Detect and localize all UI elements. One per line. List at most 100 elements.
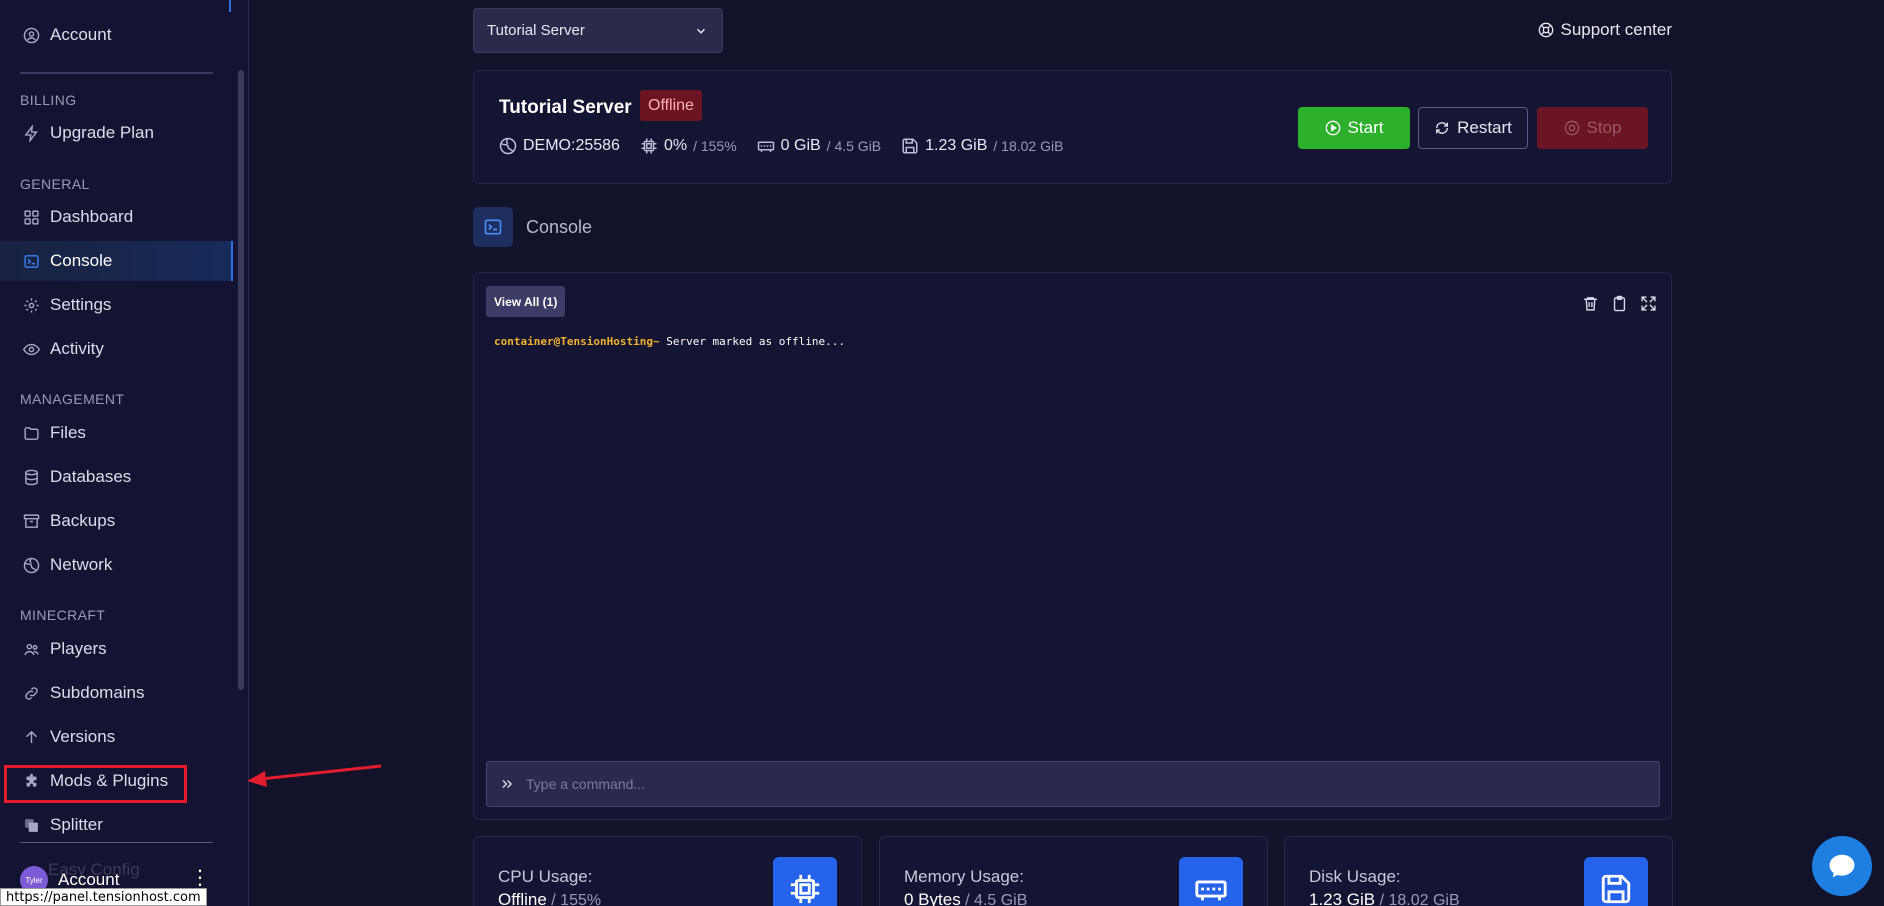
cpu-limit: / 155% (693, 138, 737, 154)
command-bar (486, 761, 1660, 807)
server-name: Tutorial Server (499, 97, 632, 118)
sidebar-item-label: Activity (50, 339, 104, 358)
section-management: MANAGEMENT (20, 391, 125, 407)
section-general: GENERAL (20, 176, 90, 192)
memory-icon (1179, 857, 1243, 906)
server-select[interactable]: Tutorial Server (473, 8, 723, 53)
section-minecraft: MINECRAFT (20, 607, 106, 623)
sidebar-item-activity[interactable]: Activity (0, 329, 233, 369)
console-title: Console (526, 216, 593, 237)
cpu-value: 0% (663, 137, 688, 154)
sidebar-divider (20, 842, 213, 843)
sidebar: Account BILLING Upgrade Plan GENERAL Das… (0, 0, 249, 906)
cpu-usage-label: CPU Usage: (498, 867, 593, 886)
cpu-usage-limit: / 155% (546, 892, 602, 906)
memory-usage-current: 0 Bytes (904, 890, 961, 906)
stop-label: Stop (1586, 118, 1622, 137)
sidebar-scrollbar[interactable] (238, 70, 244, 690)
chat-bubble-icon[interactable] (1812, 836, 1872, 896)
save-icon (1584, 857, 1648, 906)
start-label: Start (1347, 118, 1384, 137)
chevron-down-icon (694, 24, 708, 38)
sidebar-item-splitter[interactable]: Splitter (0, 805, 233, 845)
sidebar-item-label: Upgrade Plan (50, 123, 154, 142)
sidebar-item-label: Network (50, 555, 113, 574)
restart-button[interactable]: Restart (1418, 107, 1528, 149)
server-memory: 0 GiB / 4.5 GiB (757, 137, 881, 155)
trash-icon[interactable] (1582, 295, 1599, 312)
memory-icon (757, 137, 775, 155)
clipboard-icon[interactable] (1611, 295, 1628, 312)
user-circle-icon (22, 26, 40, 44)
link-icon (22, 684, 40, 702)
sidebar-item-versions[interactable]: Versions (0, 717, 233, 757)
sidebar-item-label: Account (50, 25, 112, 44)
sidebar-item-backups[interactable]: Backups (0, 501, 233, 541)
sidebar-item-label: Console (50, 251, 113, 270)
chevrons-right-icon (500, 777, 514, 791)
server-select-value: Tutorial Server (487, 22, 585, 39)
memory-limit: / 4.5 GiB (826, 138, 882, 154)
view-all-button[interactable]: View All (1) (486, 286, 566, 317)
server-info-card: Tutorial Server Offline DEMO:25586 0% / … (473, 70, 1672, 184)
disk-usage-current: 1.23 GiB (1309, 890, 1376, 906)
highlight-box (4, 765, 187, 803)
memory-usage-limit: / 4.5 GiB (960, 892, 1028, 906)
sidebar-item-label: Settings (50, 295, 112, 314)
grid-icon (22, 208, 40, 226)
section-billing: BILLING (20, 92, 77, 108)
sidebar-item-settings[interactable]: Settings (0, 285, 233, 325)
command-input[interactable] (526, 776, 1659, 792)
stop-icon (1564, 120, 1580, 136)
server-address: DEMO:25586 (499, 137, 620, 155)
server-cpu: 0% / 155% (640, 137, 737, 155)
start-button[interactable]: Start (1298, 107, 1410, 149)
sidebar-item-subdomains[interactable]: Subdomains (0, 673, 233, 713)
lightning-icon (22, 124, 40, 142)
sidebar-item-label: Subdomains (50, 683, 145, 702)
globe-icon (22, 556, 40, 574)
stop-button[interactable]: Stop (1537, 107, 1648, 149)
database-icon (22, 468, 40, 486)
sidebar-item-label: Versions (50, 727, 116, 746)
save-icon (901, 137, 919, 155)
sidebar-item-files[interactable]: Files (0, 413, 233, 453)
console-prompt: container@TensionHosting~ (494, 335, 660, 348)
disk-usage-limit: / 18.02 GiB (1375, 892, 1460, 906)
console-text: Server marked as offline... (659, 335, 846, 348)
sidebar-item-databases[interactable]: Databases (0, 457, 233, 497)
sidebar-item-console[interactable]: Console (0, 241, 233, 281)
cpu-icon (773, 857, 837, 906)
sidebar-item-account[interactable]: Account (0, 15, 233, 55)
support-center-link[interactable]: Support center (1538, 20, 1672, 40)
sidebar-item-label: Backups (50, 511, 116, 530)
sidebar-top-accent (229, 0, 231, 12)
archive-icon (22, 512, 40, 530)
arrow-up-icon (22, 728, 40, 746)
disk-value: 1.23 GiB (925, 137, 988, 154)
eye-icon (22, 340, 40, 358)
sidebar-item-network[interactable]: Network (0, 545, 233, 585)
expand-icon[interactable] (1640, 295, 1657, 312)
sidebar-item-players[interactable]: Players (0, 629, 233, 669)
more-options-icon[interactable]: ⋮ (190, 868, 210, 888)
memory-usage-value: 0 Bytes / 4.5 GiB (904, 890, 1027, 906)
support-center-label: Support center (1560, 20, 1672, 39)
disk-limit: / 18.02 GiB (993, 138, 1064, 154)
sidebar-item-label: Databases (50, 467, 132, 486)
refresh-icon (1434, 120, 1450, 136)
terminal-icon (22, 252, 40, 270)
terminal-icon (473, 207, 513, 247)
sidebar-item-upgrade-plan[interactable]: Upgrade Plan (0, 113, 233, 153)
memory-usage-label: Memory Usage: (904, 867, 1024, 886)
lifebuoy-icon (1538, 22, 1554, 38)
console-toolbar (1582, 295, 1657, 312)
console-heading: Console (473, 207, 592, 247)
server-stats: DEMO:25586 0% / 155% 0 GiB / 4.5 GiB 1.2… (499, 137, 1063, 155)
disk-usage-card: Disk Usage: 1.23 GiB / 18.02 GiB (1284, 836, 1673, 906)
user-name: Account (58, 870, 120, 889)
sidebar-item-dashboard[interactable]: Dashboard (0, 197, 233, 237)
server-disk: 1.23 GiB / 18.02 GiB (901, 137, 1063, 155)
status-bar-url: https://panel.tensionhost.com (0, 888, 207, 906)
sidebar-item-label: Files (50, 423, 86, 442)
